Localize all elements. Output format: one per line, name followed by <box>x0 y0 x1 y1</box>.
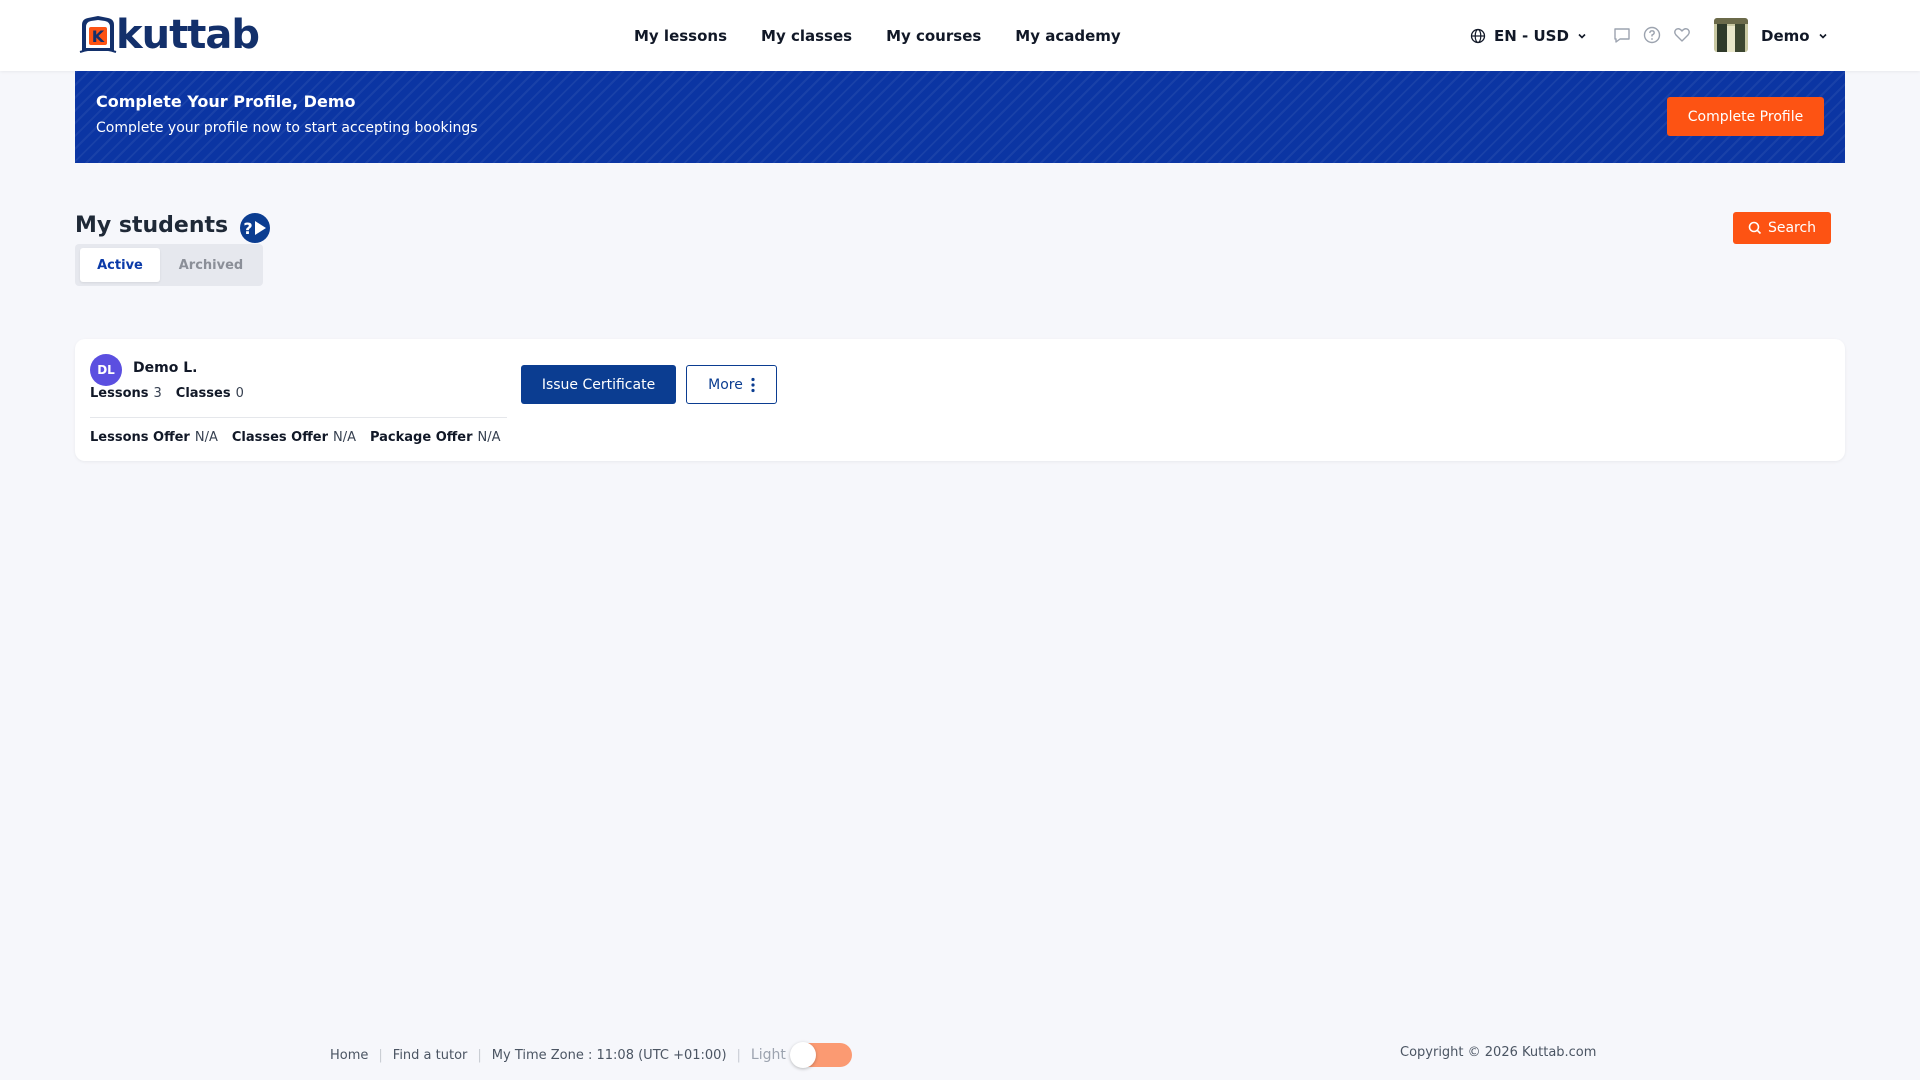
classes-offer: Classes Offer N/A <box>232 430 356 445</box>
student-name[interactable]: Demo L. <box>133 360 197 376</box>
theme-toggle-knob <box>789 1042 816 1068</box>
user-photo-icon <box>1714 18 1748 52</box>
chevron-down-icon <box>1818 33 1827 39</box>
classes-stat-value: 0 <box>235 386 244 401</box>
tab-archived[interactable]: Archived <box>166 248 256 282</box>
lessons-offer-value: N/A <box>194 430 218 445</box>
logo-mark-icon: K <box>79 16 117 53</box>
lessons-stat: Lessons 3 <box>90 386 162 401</box>
svg-text:?: ? <box>243 219 252 238</box>
classes-stat-label: Classes <box>175 386 231 401</box>
copyright-text: Copyright © 2026 Kuttab.com <box>1400 1045 1597 1060</box>
help-circle-icon[interactable] <box>1642 25 1662 45</box>
nav-my-courses[interactable]: My courses <box>886 27 981 45</box>
student-card: DL Demo L. Lessons 3 Classes 0 Lessons Off… <box>75 339 1845 461</box>
footer-link-find-tutor[interactable]: Find a tutor <box>393 1048 468 1063</box>
nav-my-lessons[interactable]: My lessons <box>634 27 727 45</box>
main-nav: My lessons My classes My courses My acad… <box>634 0 1121 71</box>
more-vertical-icon <box>751 377 755 392</box>
search-icon <box>1748 221 1762 235</box>
search-button[interactable]: Search <box>1733 212 1831 244</box>
student-status-tabs: Active Archived <box>75 244 263 286</box>
search-button-label: Search <box>1767 220 1817 236</box>
user-avatar[interactable] <box>1714 18 1748 52</box>
footer-link-home[interactable]: Home <box>330 1048 368 1063</box>
footer-bar: Home | Find a tutor | My Time Zone : 11:… <box>330 1040 852 1070</box>
lessons-offer: Lessons Offer N/A <box>90 430 218 445</box>
more-button[interactable]: More <box>686 365 777 404</box>
kuttab-logo[interactable]: K kuttab <box>78 12 260 58</box>
package-offer-value: N/A <box>477 430 501 445</box>
student-offers: Lessons Offer N/A Classes Offer N/A Packag… <box>90 430 501 445</box>
classes-stat: Classes 0 <box>176 386 244 401</box>
lessons-stat-value: 3 <box>153 386 162 401</box>
student-avatar: DL <box>90 354 122 386</box>
heart-icon[interactable] <box>1672 25 1692 45</box>
tab-active[interactable]: Active <box>80 248 160 282</box>
footer-separator: | <box>736 1047 741 1063</box>
chat-icon[interactable] <box>1612 25 1632 45</box>
issue-certificate-button[interactable]: Issue Certificate <box>521 365 676 404</box>
lessons-stat-label: Lessons <box>90 386 149 401</box>
language-currency-selector[interactable]: EN - USD <box>1470 0 1587 71</box>
page-title: My students <box>75 213 229 238</box>
footer-separator: | <box>378 1047 383 1063</box>
banner-title: Complete Your Profile, Demo <box>96 92 356 111</box>
complete-profile-banner: Complete Your Profile, Demo Complete you… <box>75 71 1845 163</box>
more-button-label: More <box>708 376 743 393</box>
package-offer-label: Package Offer <box>369 430 473 445</box>
lessons-offer-label: Lessons Offer <box>90 430 190 445</box>
chevron-down-icon <box>1578 33 1586 39</box>
nav-my-academy[interactable]: My academy <box>1015 27 1120 45</box>
banner-subtitle: Complete your profile now to start accep… <box>96 120 478 136</box>
classes-offer-label: Classes Offer <box>231 430 328 445</box>
package-offer: Package Offer N/A <box>370 430 501 445</box>
top-header: K kuttab My lessons My classes My course… <box>0 0 1920 71</box>
student-stats: Lessons 3 Classes 0 <box>90 386 244 401</box>
nav-my-classes[interactable]: My classes <box>761 27 852 45</box>
svg-text:K: K <box>92 27 105 46</box>
footer-timezone: My Time Zone : 11:08 (UTC +01:00) <box>491 1047 727 1063</box>
theme-label: Light <box>750 1047 786 1063</box>
classes-offer-value: N/A <box>332 430 356 445</box>
play-help-icon[interactable]: ? <box>237 213 273 243</box>
globe-icon <box>1470 28 1486 43</box>
footer-separator: | <box>477 1047 482 1063</box>
language-currency-label: EN - USD <box>1494 26 1569 45</box>
complete-profile-button[interactable]: Complete Profile <box>1667 97 1824 136</box>
user-name-label: Demo <box>1761 26 1810 45</box>
user-menu[interactable]: Demo <box>1761 0 1828 71</box>
card-divider <box>90 417 507 418</box>
logo-text: kuttab <box>116 12 260 58</box>
theme-toggle[interactable] <box>789 1042 852 1068</box>
